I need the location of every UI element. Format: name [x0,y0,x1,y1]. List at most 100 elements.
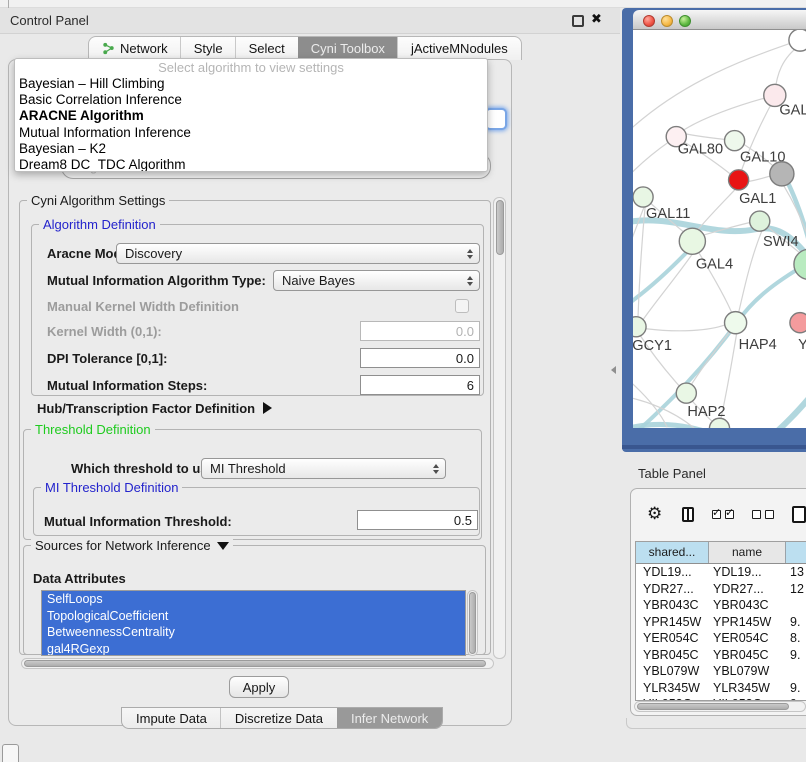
dropdown-item-bayesian-hill-climbing[interactable]: Bayesian – Hill Climbing [15,76,487,92]
table-row[interactable]: YDL19...YDL19...13 [636,564,806,581]
tab-label: jActiveMNodules [411,41,508,56]
table-row[interactable]: YBR045CYBR045C9. [636,647,806,664]
dropdown-item-basic-correlation-inference[interactable]: Basic Correlation Inference [15,92,487,108]
node-label-swi4: SWI4 [763,234,799,250]
attributes-list-vertical-scrollbar[interactable] [467,590,478,656]
attribute-item-betweennesscentrality[interactable]: BetweennessCentrality [42,624,465,641]
zoom-traffic-light-icon[interactable] [679,15,691,27]
network-node-gal10[interactable] [725,131,745,151]
minimize-traffic-light-icon[interactable] [661,15,673,27]
table-row[interactable]: YER054CYER054C8. [636,630,806,647]
close-icon[interactable]: ✖ [591,12,602,27]
deselect-all-icon[interactable] [752,510,774,519]
tab-network[interactable]: Network [89,37,181,60]
network-node[interactable] [770,162,794,186]
data-attributes-list: SelfLoopsTopologicalCoefficientBetweenne… [41,590,466,656]
table-cell: YDR27... [708,581,785,598]
select-all-icon[interactable] [712,510,734,519]
algorithm-combo-focus-ring[interactable] [485,108,507,130]
attribute-item-selfloops[interactable]: SelfLoops [42,591,465,608]
close-traffic-light-icon[interactable] [643,15,655,27]
network-node-swi4[interactable] [750,211,770,231]
dropdown-item-mutual-information-inference[interactable]: Mutual Information Inference [15,125,487,141]
attribute-item-gal4rgexp[interactable]: gal4RGexp [42,641,465,657]
network-node-hap4[interactable] [725,312,747,334]
algorithm-dropdown-list: Select algorithm to view settingsBayesia… [14,58,488,172]
table-cell: YBL079W [708,663,785,680]
tab-label: Select [249,41,285,56]
dropdown-item-bayesian-k2[interactable]: Bayesian – K2 [15,141,487,157]
network-node-gal1[interactable] [729,170,749,190]
tab-select[interactable]: Select [236,37,298,60]
tab-jactivemnodules[interactable]: jActiveMNodules [398,37,521,60]
control-panel-body: galFiltered.sif default node Select algo… [8,59,512,726]
table-cell: YBR043C [636,597,708,614]
settings-vertical-scrollbar[interactable] [493,197,506,659]
table-cell: YER054C [636,630,708,647]
bottom-tab-discretize-data[interactable]: Discretize Data [221,708,337,728]
settings-horizontal-scrollbar[interactable] [21,658,494,669]
which-threshold-combo[interactable]: MI Threshold [201,458,446,479]
mi-threshold-definition-title: MI Threshold Definition [41,480,182,495]
network-node-gal11[interactable] [633,187,653,207]
table-cell: 9. [785,647,806,664]
network-canvas[interactable]: GALGAL80GAL10GAL1GAL11SWI4GAL4HAP4YGCY1H… [633,30,806,428]
network-node[interactable] [789,30,806,51]
dropdown-item-aracne-algorithm[interactable]: ARACNE Algorithm [15,108,487,124]
network-node-gal4[interactable] [679,228,705,254]
tab-label: Cyni Toolbox [311,41,385,56]
bottom-tab-infer-network[interactable]: Infer Network [337,708,442,728]
tab-style[interactable]: Style [181,37,236,60]
sources-group-title[interactable]: Sources for Network Inference [31,538,233,553]
mi-type-label: Mutual Information Algorithm Type: [47,273,266,288]
bottom-tab-impute-data[interactable]: Impute Data [122,708,221,728]
hub-definition-label: Hub/Transcription Factor Definition [37,401,255,416]
aracne-mode-combo[interactable]: Discovery [116,243,480,264]
scrollbar-thumb[interactable] [24,660,486,667]
minimized-panel-icon[interactable] [2,744,19,762]
split-pane-handle-icon[interactable] [611,366,616,374]
dpi-tolerance-field[interactable]: 0.0 [360,348,480,368]
tab-cyni-toolbox[interactable]: Cyni Toolbox [298,37,398,60]
manual-kernel-checkbox[interactable] [455,299,469,313]
mi-threshold-definition-group: MI Threshold Definition Mutual Informati… [33,487,480,536]
table-row[interactable]: YBR043CYBR043C [636,597,806,614]
column-header-shared-[interactable]: shared... [636,542,708,563]
attribute-item-topologicalcoefficient[interactable]: TopologicalCoefficient [42,608,465,625]
mi-steps-field[interactable]: 6 [360,375,480,395]
data-attributes-label: Data Attributes [33,571,126,586]
top-strip [0,0,806,8]
scrollbar-thumb[interactable] [637,703,789,710]
column-header-name[interactable]: name [708,542,785,563]
network-node-hap2[interactable] [676,383,696,403]
column-header-a[interactable]: A [785,542,806,563]
table-row[interactable]: YBL079WYBL079W [636,663,806,680]
combo-spinner-icon [467,276,479,286]
table-row[interactable]: YPR145WYPR145W9. [636,614,806,631]
split-columns-icon[interactable] [682,507,694,522]
network-window-titlebar[interactable] [633,10,806,30]
combo-spinner-icon [433,464,445,474]
document-icon[interactable] [792,506,806,523]
table-horizontal-scrollbar[interactable] [634,701,806,712]
scrollbar-thumb[interactable] [496,200,504,255]
table-cell: 9. [785,614,806,631]
gear-icon[interactable]: ⚙ [647,506,662,523]
dropdown-item-dream8-dc-tdc-algorithm[interactable]: Dream8 DC_TDC Algorithm [15,157,487,172]
node-label-gcy1: GCY1 [633,338,672,354]
float-icon[interactable] [572,15,584,27]
algorithm-definition-title: Algorithm Definition [39,217,160,232]
kernel-width-field[interactable]: 0.0 [360,321,480,341]
hub-definition-toggle[interactable]: Hub/Transcription Factor Definition [37,401,272,416]
apply-button[interactable]: Apply [229,676,289,698]
table-row[interactable]: YLR345WYLR345W9. [636,680,806,697]
scrollbar-thumb[interactable] [469,592,476,654]
mi-threshold-field[interactable]: 0.5 [357,510,478,530]
dropdown-placeholder: Select algorithm to view settings [15,59,487,76]
network-node-gcy1[interactable] [633,317,646,337]
network-node[interactable] [794,249,806,279]
mi-type-combo[interactable]: Naive Bayes [273,270,480,291]
network-node-y[interactable] [790,313,806,333]
mi-threshold-label: Mutual Information Threshold: [44,514,232,529]
table-row[interactable]: YDR27...YDR27...12 [636,581,806,598]
